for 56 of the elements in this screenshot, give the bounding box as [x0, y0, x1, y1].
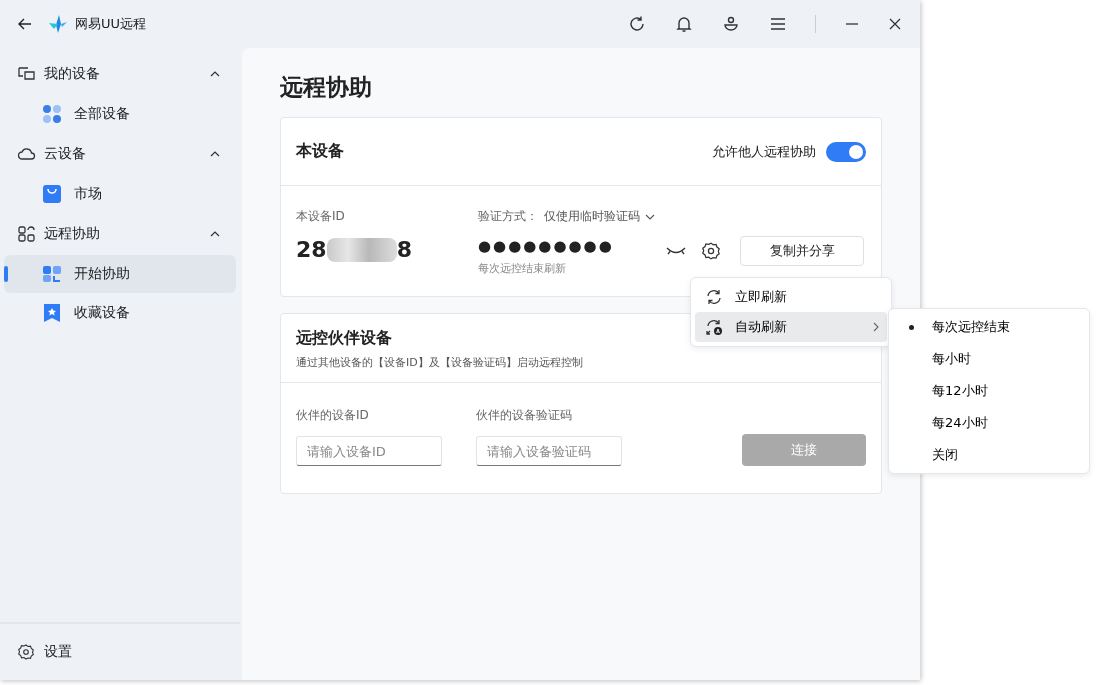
cloud-icon — [18, 146, 36, 162]
copy-share-button[interactable]: 复制并分享 — [740, 236, 864, 266]
bookmark-icon — [42, 303, 62, 323]
grid-icon — [18, 226, 36, 242]
nav-group-header[interactable]: 远程协助 — [0, 214, 240, 254]
user-icon[interactable] — [722, 15, 740, 33]
card-title: 本设备 — [296, 141, 345, 162]
field-label: 伙伴的设备ID — [296, 407, 370, 424]
menu-item[interactable]: 立即刷新 — [695, 282, 887, 312]
close-icon[interactable] — [888, 17, 902, 31]
nav-item[interactable]: 全部设备 — [4, 95, 236, 133]
hint-text: 每次远控结束刷新 — [478, 261, 567, 276]
share-screen-icon — [42, 264, 62, 284]
nav-item[interactable]: 开始协助 — [4, 255, 236, 293]
device-id-text: 28 — [296, 237, 327, 262]
nav-group-header[interactable]: 云设备 — [0, 134, 240, 174]
allow-toggle[interactable] — [826, 141, 866, 162]
chevron-right-icon — [873, 322, 879, 332]
verify-mode-dropdown[interactable]: 仅使用临时验证码 — [544, 208, 655, 225]
field-label: 伙伴的设备验证码 — [476, 407, 573, 424]
masked-code: ●●●●●●●●● — [478, 237, 615, 255]
card-title: 远控伙伴设备 — [296, 328, 393, 349]
nav-group-header[interactable]: 我的设备 — [0, 54, 240, 94]
device-id-input[interactable]: 请输入设备ID — [296, 436, 442, 466]
nav-item[interactable]: 市场 — [4, 175, 236, 213]
menu-option[interactable]: 关闭 — [889, 439, 1089, 471]
menu-icon[interactable] — [769, 15, 787, 33]
dots-icon — [42, 104, 62, 124]
device-id-text: 8 — [396, 237, 412, 262]
logo-icon — [49, 15, 67, 33]
nav-item[interactable]: 收藏设备 — [4, 294, 236, 332]
settings-item[interactable]: 设置 — [0, 622, 240, 680]
toggle-label: 允许他人远程协助 — [712, 142, 816, 161]
caret-icon — [645, 213, 655, 220]
app-title: 网易UU远程 — [75, 15, 147, 33]
auto-refresh-icon — [705, 318, 723, 336]
field-label: 本设备ID — [296, 208, 346, 225]
back-icon[interactable] — [17, 16, 33, 32]
page-title: 远程协助 — [280, 73, 373, 102]
settings-icon — [18, 644, 34, 660]
code-input[interactable]: 请输入设备验证码 — [476, 436, 622, 466]
blurred-patch — [326, 237, 397, 262]
eye-closed-icon[interactable] — [666, 246, 686, 256]
menu-option[interactable]: 每次远控结束 — [889, 311, 1089, 343]
devices-icon — [18, 66, 36, 82]
bell-icon[interactable] — [675, 15, 693, 33]
card-description: 通过其他设备的【设备ID】及【设备验证码】启动远程控制 — [296, 355, 584, 370]
refresh-icon — [705, 288, 723, 306]
menu-option[interactable]: 每12小时 — [889, 375, 1089, 407]
menu-option[interactable]: 每24小时 — [889, 407, 1089, 439]
menu-item[interactable]: 自动刷新 — [695, 312, 887, 342]
refresh-icon[interactable] — [628, 15, 646, 33]
menu-option[interactable]: 每小时 — [889, 343, 1089, 375]
bag-icon — [42, 184, 62, 204]
settings-icon[interactable] — [702, 242, 720, 260]
field-label: 验证方式： — [478, 208, 538, 225]
